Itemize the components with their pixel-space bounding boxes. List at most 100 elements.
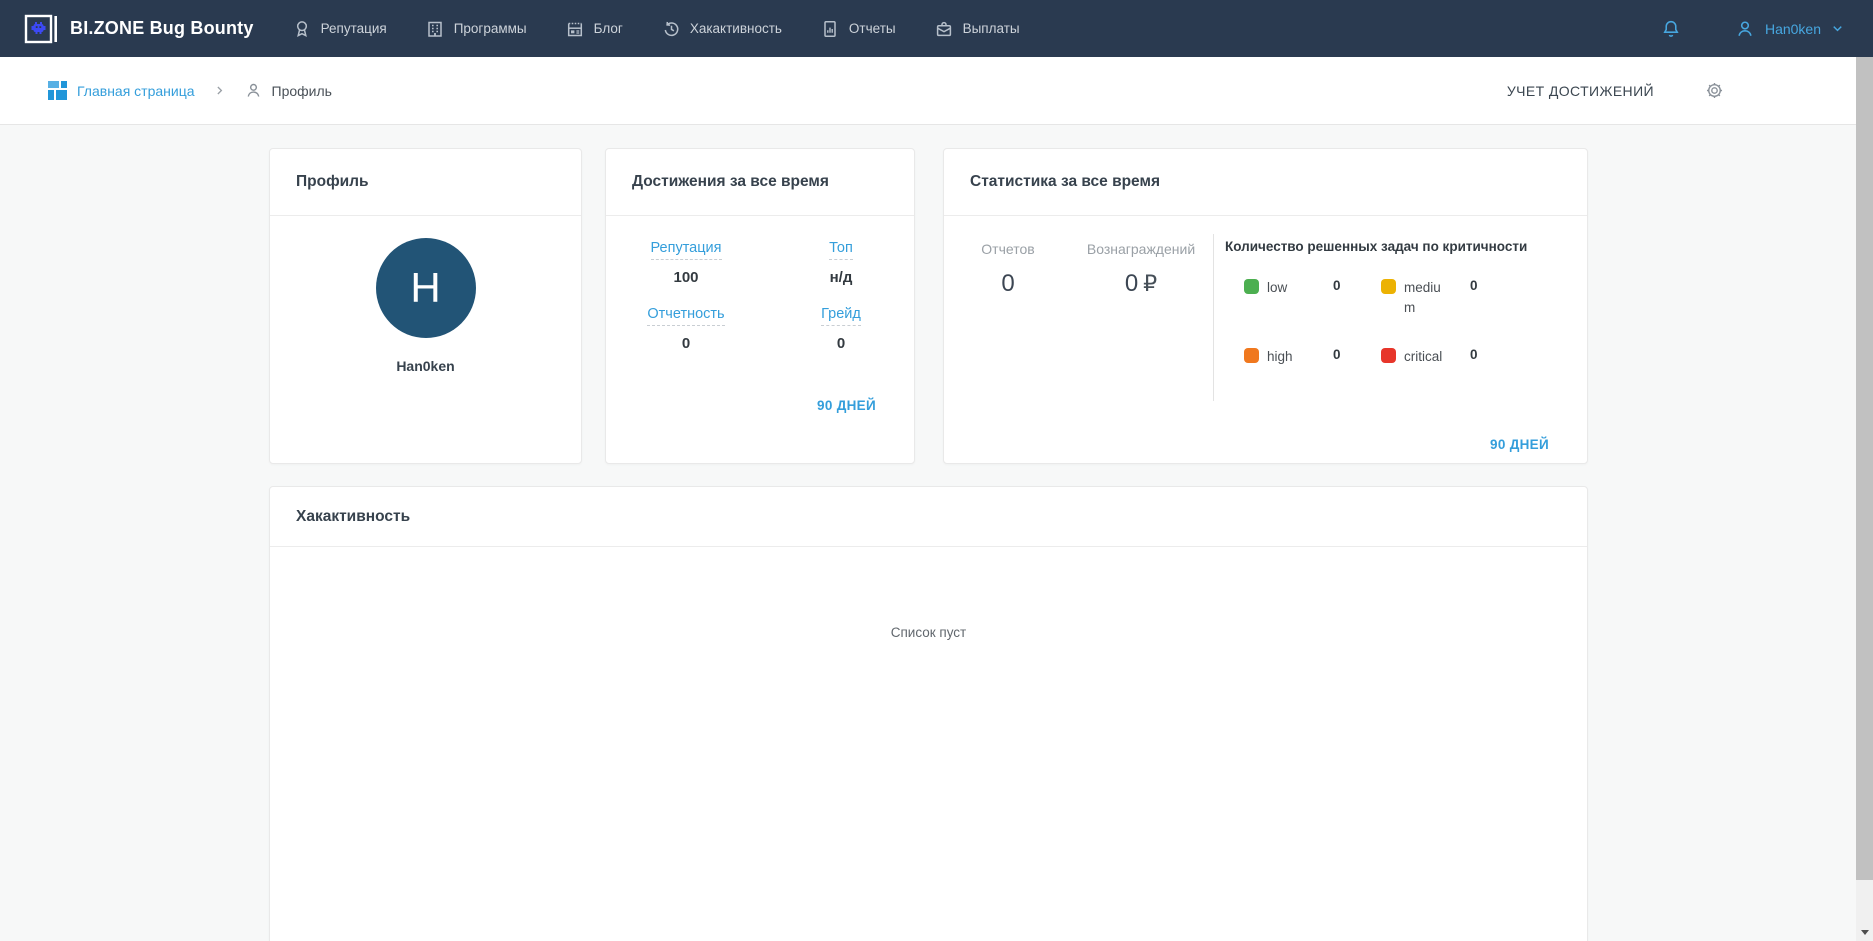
brand-logo[interactable]: BI.ZONE Bug Bounty — [24, 12, 254, 46]
severity-value-medium: 0 — [1470, 278, 1478, 293]
stat-value-grade: 0 — [836, 335, 846, 352]
stat-reputation: Репутация 100 — [650, 240, 722, 286]
nav-item-hackactivity[interactable]: Хакактивность — [661, 19, 782, 39]
counter-reports-value: 0 — [1001, 270, 1015, 297]
breadcrumb-home-label: Главная страница — [77, 82, 195, 99]
statistics-90-days-link[interactable]: 90 ДНЕЙ — [1490, 437, 1549, 452]
newspaper-icon — [565, 19, 585, 39]
severity-swatch-medium — [1381, 279, 1396, 294]
profile-username: Han0ken — [396, 358, 455, 374]
achievements-card-title: Достижения за все время — [632, 173, 829, 190]
report-document-icon — [820, 19, 840, 39]
nav-item-label: Выплаты — [962, 21, 1020, 36]
nav-item-label: Репутация — [320, 21, 387, 36]
brand-name: BI.ZONE Bug Bounty — [70, 18, 254, 38]
stat-reporting: Отчетность 0 — [647, 306, 725, 352]
severity-value-low: 0 — [1333, 278, 1341, 293]
severity-swatch-critical — [1381, 347, 1396, 363]
profile-person-icon — [244, 81, 263, 100]
bizone-bug-logo-icon — [24, 12, 58, 46]
user-icon — [1734, 18, 1756, 40]
counter-rewards-label: Вознаграждений — [1086, 241, 1196, 257]
scrollbar-down-button[interactable] — [1856, 924, 1873, 941]
nav-item-reports[interactable]: Отчеты — [820, 19, 896, 39]
severity-item-low: low 0 — [1244, 278, 1381, 319]
mailbag-icon — [934, 19, 954, 39]
statistics-card: Статистика за все время Отчетов 0 Вознаг… — [943, 148, 1588, 464]
counter-rewards-value: 0 ₽ — [1066, 270, 1216, 298]
nav-item-blog[interactable]: Блог — [565, 19, 623, 39]
avatar: H — [375, 238, 476, 338]
achievements-accounting-link[interactable]: УЧЕТ ДОСТИЖЕНИЙ — [1507, 83, 1654, 99]
hackactivity-card: Хакактивность Список пуст — [269, 486, 1588, 941]
history-icon — [661, 19, 681, 39]
nav-item-programs[interactable]: Программы — [425, 19, 527, 39]
severity-title: Количество решенных задач по критичности — [1225, 239, 1528, 254]
vertical-scrollbar[interactable] — [1856, 57, 1873, 941]
statistics-card-header: Статистика за все время — [944, 149, 1587, 216]
severity-block: Количество решенных задач по критичности… — [1225, 239, 1563, 367]
severity-swatch-high — [1244, 347, 1259, 363]
statistics-card-title: Статистика за все время — [970, 173, 1160, 190]
severity-value-critical: 0 — [1470, 346, 1478, 362]
severity-item-critical: critical 0 — [1381, 347, 1563, 367]
counter-reports: Отчетов 0 — [950, 241, 1066, 298]
breadcrumb-home-link[interactable]: Главная страница — [48, 81, 195, 100]
chevron-right-icon — [213, 84, 226, 97]
stat-value-top: н/д — [829, 269, 853, 286]
nav-menu: Репутация Программы Блог Хакактивность О… — [292, 19, 1020, 39]
ruble-sign: ₽ — [1143, 271, 1158, 296]
user-menu[interactable]: Han0ken — [1734, 18, 1845, 40]
breadcrumb-actions: УЧЕТ ДОСТИЖЕНИЙ — [1507, 80, 1725, 101]
severity-label-high: high — [1267, 348, 1293, 364]
achievements-grid: Репутация 100 Топ н/д Отчетность 0 Грейд… — [606, 216, 914, 352]
profile-card-header: Профиль — [270, 149, 581, 216]
stat-label-grade[interactable]: Грейд — [821, 306, 861, 326]
counter-rewards-number: 0 — [1124, 270, 1139, 297]
top-navbar: BI.ZONE Bug Bounty Репутация Программы Б… — [0, 0, 1873, 57]
profile-card-body: H Han0ken — [270, 238, 581, 374]
profile-card: Профиль H Han0ken — [269, 148, 582, 464]
stat-label-top[interactable]: Топ — [829, 240, 853, 260]
notifications-bell-icon[interactable] — [1660, 18, 1682, 40]
nav-item-payouts[interactable]: Выплаты — [934, 19, 1020, 39]
nav-item-label: Отчеты — [848, 21, 896, 36]
stat-value-reputation: 100 — [673, 269, 699, 286]
avatar-letter: H — [410, 264, 441, 311]
gear-icon[interactable] — [1704, 80, 1725, 101]
severity-label-medium: medium — [1404, 280, 1441, 316]
achievements-90-days-link[interactable]: 90 ДНЕЙ — [817, 398, 876, 413]
breadcrumb-bar: Главная страница Профиль УЧЕТ ДОСТИЖЕНИЙ — [0, 57, 1873, 125]
hackactivity-card-title: Хакактивность — [296, 507, 411, 525]
counter-rewards: Вознаграждений 0 ₽ — [1066, 241, 1216, 298]
stat-grade: Грейд 0 — [821, 306, 861, 352]
achievements-card-header: Достижения за все время — [606, 149, 914, 216]
severity-label-critical: critical — [1404, 348, 1443, 364]
scrollbar-thumb[interactable] — [1856, 57, 1873, 880]
severity-item-medium: medium 0 — [1381, 278, 1563, 319]
breadcrumb: Главная страница Профиль — [48, 81, 332, 100]
stat-value-reporting: 0 — [681, 335, 691, 352]
stat-label-reporting[interactable]: Отчетность — [647, 306, 725, 326]
profile-page: BI.ZONE Bug Bounty Репутация Программы Б… — [0, 0, 1873, 941]
navbar-right: Han0ken — [1660, 18, 1845, 40]
severity-legend: low 0 medium 0 high 0 critical 0 — [1225, 278, 1563, 367]
scroll-down-arrow-icon — [1860, 930, 1869, 935]
nav-item-reputation[interactable]: Репутация — [292, 19, 387, 39]
empty-list-message: Список пуст — [890, 625, 967, 640]
severity-swatch-low — [1244, 279, 1259, 294]
stat-label-reputation[interactable]: Репутация — [650, 240, 722, 260]
hackactivity-card-header: Хакактивность — [270, 487, 1587, 547]
nav-item-label: Программы — [453, 21, 527, 36]
nav-item-label: Хакактивность — [689, 21, 782, 36]
nav-item-label: Блог — [593, 21, 623, 36]
severity-item-high: high 0 — [1244, 347, 1381, 367]
counter-reports-label: Отчетов — [981, 241, 1035, 257]
breadcrumb-current-label: Профиль — [271, 82, 332, 99]
medal-icon — [292, 19, 312, 39]
achievements-card: Достижения за все время Репутация 100 То… — [605, 148, 915, 464]
severity-label-low: low — [1267, 280, 1288, 295]
chevron-down-icon — [1830, 21, 1845, 36]
severity-value-high: 0 — [1333, 346, 1341, 362]
user-name: Han0ken — [1764, 20, 1821, 37]
